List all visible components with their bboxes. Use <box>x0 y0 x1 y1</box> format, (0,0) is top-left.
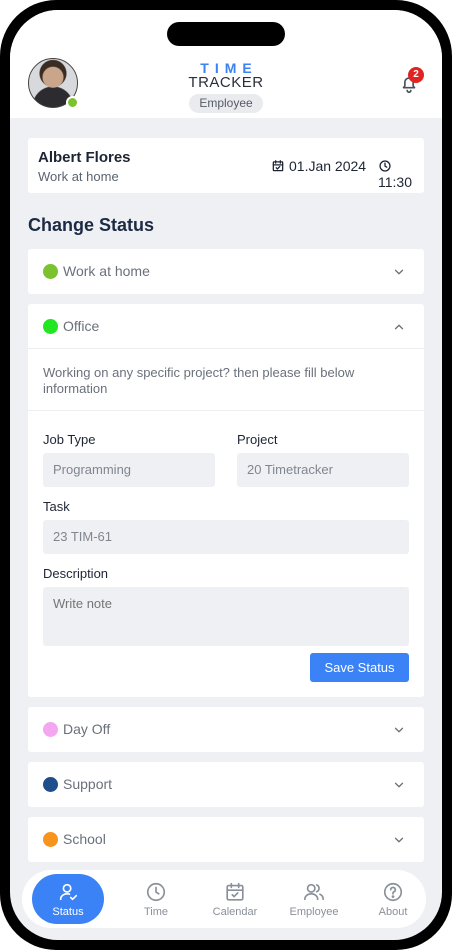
nav-label: About <box>378 906 408 918</box>
status-label: Office <box>63 318 100 334</box>
status-color-dot <box>43 722 58 737</box>
task-label: Task <box>43 499 70 514</box>
project-label: Project <box>237 432 278 447</box>
app-screen: TIME TRACKER Employee 2 Albert Flores Wo… <box>10 10 442 940</box>
status-label: School <box>63 831 106 847</box>
question-circle-icon <box>383 882 403 902</box>
clock-icon <box>379 160 391 172</box>
office-accordion-header[interactable]: Office <box>28 304 424 349</box>
status-item-office: Office Working on any specific project? … <box>28 304 424 697</box>
calendar-check-icon <box>226 882 244 901</box>
employee-card: Albert Flores Work at home 01.Jan 2024 1… <box>28 138 424 193</box>
save-status-button[interactable]: Save Status <box>310 653 409 682</box>
task-select[interactable]: 23 TIM-61 <box>43 520 409 554</box>
employee-time: 11:30 <box>378 158 424 190</box>
calendar-icon <box>272 160 284 172</box>
status-item-support[interactable]: Support <box>28 762 424 807</box>
date-text: 01.Jan 2024 <box>289 158 367 174</box>
status-color-dot <box>43 264 58 279</box>
chevron-down-icon <box>394 727 404 733</box>
chevron-down-icon <box>394 269 404 275</box>
time-text: 11:30 <box>378 174 412 190</box>
bottom-navigation: Status Time Calendar Employee About <box>22 870 426 928</box>
status-label: Work at home <box>63 263 150 279</box>
nav-item-about[interactable]: About <box>357 874 429 924</box>
status-item-day-off[interactable]: Day Off <box>28 707 424 752</box>
user-check-icon <box>59 883 78 901</box>
nav-label: Status <box>52 906 84 918</box>
chevron-down-icon <box>394 837 404 843</box>
nav-item-employee[interactable]: Employee <box>278 874 350 924</box>
status-label: Day Off <box>63 721 111 737</box>
status-label: Support <box>63 776 113 792</box>
office-hint-text: Working on any specific project? then pl… <box>43 365 355 396</box>
section-title: Change Status <box>28 215 155 235</box>
chevron-up-icon <box>394 324 404 330</box>
logo-tracker-text: TRACKER <box>188 74 264 91</box>
divider <box>28 410 424 411</box>
notification-badge: 2 <box>408 67 424 83</box>
status-color-dot <box>43 777 58 792</box>
camera-notch <box>167 22 285 46</box>
nav-item-time[interactable]: Time <box>120 874 192 924</box>
nav-label: Time <box>143 906 169 918</box>
status-color-dot <box>43 832 58 847</box>
nav-label: Calendar <box>212 906 258 918</box>
status-color-dot <box>43 319 58 334</box>
online-status-dot <box>66 96 79 109</box>
employee-current-status: Work at home <box>38 169 119 184</box>
employee-date: 01.Jan 2024 <box>271 158 366 174</box>
phone-frame: TIME TRACKER Employee 2 Albert Flores Wo… <box>0 0 452 950</box>
clock-icon <box>146 882 166 902</box>
users-icon <box>304 883 324 901</box>
nav-item-status[interactable]: Status <box>32 874 104 924</box>
employee-name: Albert Flores <box>38 149 131 166</box>
status-item-work-at-home[interactable]: Work at home <box>28 249 424 294</box>
nav-label: Employee <box>289 906 339 918</box>
project-select[interactable]: 20 Timetracker <box>237 453 409 487</box>
role-badge: Employee <box>189 94 263 113</box>
chevron-down-icon <box>394 782 404 788</box>
job-type-label: Job Type <box>43 432 96 447</box>
job-type-select[interactable]: Programming <box>43 453 215 487</box>
description-label: Description <box>43 566 109 581</box>
status-item-school[interactable]: School <box>28 817 424 862</box>
nav-item-calendar[interactable]: Calendar <box>199 874 271 924</box>
description-textarea[interactable] <box>43 587 409 646</box>
